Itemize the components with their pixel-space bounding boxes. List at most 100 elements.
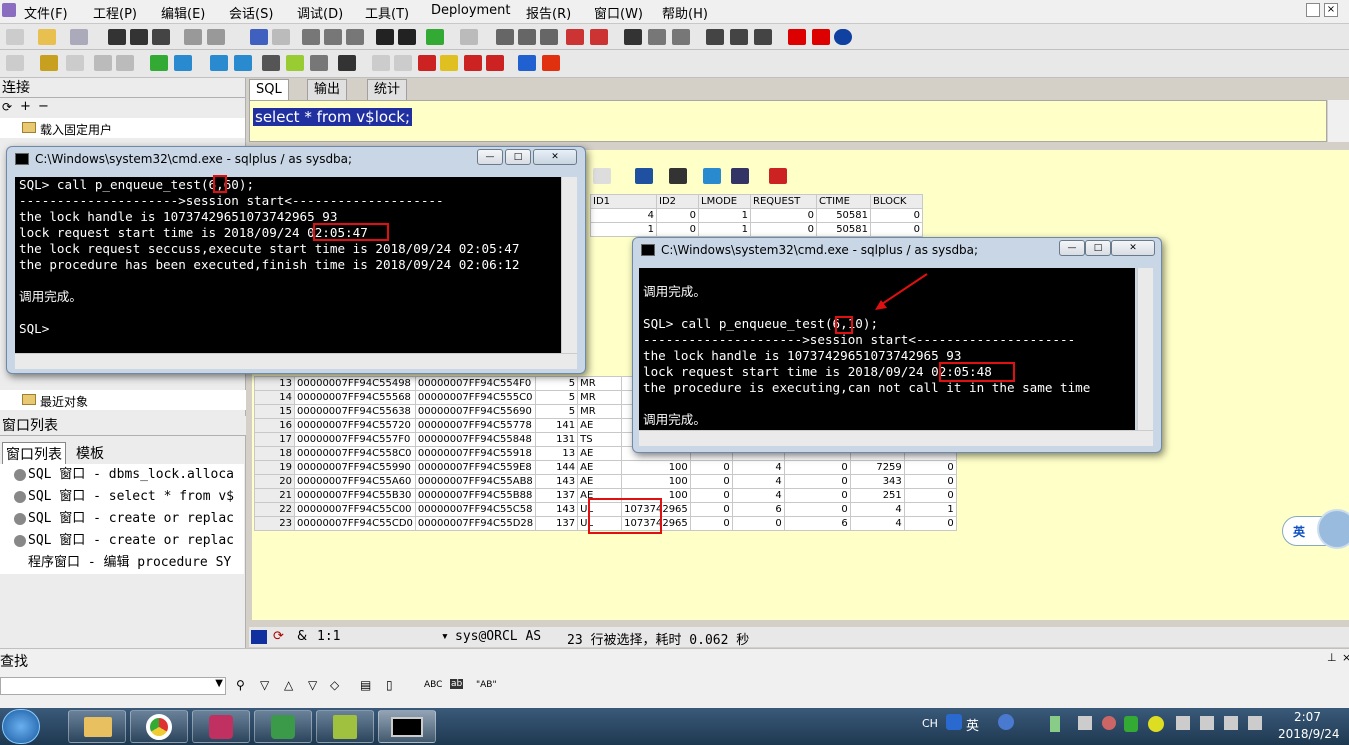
menu-deployment[interactable]: Deployment xyxy=(431,3,511,18)
clock-time[interactable]: 2:07 xyxy=(1294,710,1321,724)
start-button[interactable] xyxy=(2,709,40,744)
chevron-down-icon[interactable]: ▼ xyxy=(215,678,223,689)
usb-icon[interactable] xyxy=(1050,716,1060,732)
find-down-icon[interactable]: ▽ xyxy=(260,678,269,692)
oracle-icon[interactable] xyxy=(788,29,806,45)
display-icon[interactable] xyxy=(1200,716,1214,730)
menu-project[interactable]: 工程(P) xyxy=(93,3,137,22)
menu-edit[interactable]: 编辑(E) xyxy=(161,3,205,22)
maximize-icon[interactable]: □ xyxy=(1085,240,1111,256)
edit-icon[interactable] xyxy=(310,55,328,71)
tray-icon[interactable] xyxy=(1102,716,1116,730)
close-icon[interactable]: ✕ xyxy=(1111,240,1155,256)
taskbar-media[interactable] xyxy=(254,710,312,743)
undo-icon[interactable] xyxy=(250,29,268,45)
menu-file[interactable]: 文件(F) xyxy=(24,3,68,22)
cmd2-vscroll[interactable] xyxy=(1137,268,1153,432)
restore-icon[interactable] xyxy=(1306,3,1320,17)
eraser-icon[interactable]: ◇ xyxy=(330,678,339,692)
list-item[interactable]: SQL 窗口 - dbms_lock.alloca xyxy=(0,464,244,486)
list-item[interactable]: SQL 窗口 - create or replac xyxy=(0,530,244,552)
bookmark-icon[interactable] xyxy=(460,29,478,45)
arrow-right-red-icon[interactable] xyxy=(542,55,560,71)
assistant-icon[interactable] xyxy=(1317,509,1349,549)
ime-float[interactable]: 英 xyxy=(1282,509,1349,549)
col-header[interactable]: LMODE xyxy=(698,194,751,209)
pdf-icon[interactable] xyxy=(812,29,830,45)
close-icon[interactable]: ✕ xyxy=(533,149,577,165)
refresh-icon[interactable]: ⟳ xyxy=(2,100,12,114)
editor-scroll[interactable] xyxy=(1328,100,1349,142)
menu-debug[interactable]: 调试(D) xyxy=(297,3,343,22)
info-icon[interactable] xyxy=(834,29,852,45)
triangle-icon[interactable] xyxy=(593,168,611,184)
disabled-icon[interactable] xyxy=(372,55,390,71)
comment-icon[interactable] xyxy=(566,29,584,45)
table-row[interactable]: 1 0 1 0 50581 0 xyxy=(590,222,923,237)
cmd1-console[interactable]: SQL> call p_enqueue_test(6,60); --------… xyxy=(15,177,569,353)
stop-icon[interactable] xyxy=(66,55,84,71)
save-icon[interactable] xyxy=(108,29,126,45)
find-up-icon[interactable]: △ xyxy=(284,678,293,692)
copy-icon[interactable] xyxy=(324,29,342,45)
cmd1-vscroll[interactable] xyxy=(561,177,577,353)
tray-ime[interactable]: 英 xyxy=(966,715,979,734)
tab-templates[interactable]: 模板 xyxy=(76,443,104,463)
help-icon[interactable] xyxy=(998,714,1014,730)
indent-icon[interactable] xyxy=(518,29,536,45)
shapes-icon[interactable] xyxy=(440,55,458,71)
match-case-option[interactable]: ABC xyxy=(424,680,442,690)
binoculars-icon[interactable]: ⚲ xyxy=(236,678,245,692)
network-icon[interactable] xyxy=(1224,716,1238,730)
cmd2-hscroll[interactable] xyxy=(639,430,1153,446)
taskbar-chrome[interactable] xyxy=(130,710,188,743)
page-setup-icon[interactable] xyxy=(207,29,225,45)
tray-icon[interactable] xyxy=(1148,716,1164,732)
menu-session[interactable]: 会话(S) xyxy=(229,3,273,22)
find-next-icon[interactable] xyxy=(398,29,416,45)
cut-icon[interactable] xyxy=(302,29,320,45)
conn-dropdown-icon[interactable]: ▾ xyxy=(441,629,449,644)
window2-icon[interactable] xyxy=(648,29,666,45)
remove-icon[interactable]: − xyxy=(38,99,49,114)
sql-window-icon[interactable] xyxy=(150,55,168,71)
chart-icon[interactable] xyxy=(731,168,749,184)
uncomment-icon[interactable] xyxy=(590,29,608,45)
save-as-icon[interactable] xyxy=(152,29,170,45)
print-icon[interactable] xyxy=(70,29,88,45)
open-icon[interactable] xyxy=(38,29,56,45)
sql-icon[interactable] xyxy=(174,55,192,71)
tile-v-icon[interactable] xyxy=(754,29,772,45)
word-option-icon[interactable]: ab xyxy=(450,679,464,689)
print-preview-icon[interactable] xyxy=(184,29,202,45)
menu-tools[interactable]: 工具(T) xyxy=(365,3,409,22)
gear-icon[interactable] xyxy=(40,55,58,71)
cascade-icon[interactable] xyxy=(706,29,724,45)
connection[interactable]: sys@ORCL AS xyxy=(455,629,541,644)
maximize-icon[interactable]: □ xyxy=(505,149,531,165)
eraser-icon[interactable] xyxy=(394,55,412,71)
tray-icon[interactable] xyxy=(1078,716,1092,730)
col-header[interactable]: BLOCK xyxy=(870,194,923,209)
export-icon[interactable] xyxy=(703,168,721,184)
db2-icon[interactable] xyxy=(234,55,252,71)
save-all-icon[interactable] xyxy=(130,29,148,45)
shield-icon[interactable] xyxy=(1124,716,1138,732)
find-input[interactable]: ▼ xyxy=(0,677,226,695)
taskbar-cmd[interactable] xyxy=(378,710,436,743)
taskbar-plsql[interactable] xyxy=(192,710,250,743)
volume-icon[interactable] xyxy=(1248,716,1262,730)
window3-icon[interactable] xyxy=(672,29,690,45)
tree-icon[interactable] xyxy=(635,168,653,184)
recent-objects[interactable]: 最近对象 xyxy=(0,390,246,410)
arrow-right-blue-icon[interactable] xyxy=(518,55,536,71)
grid-icon[interactable] xyxy=(769,168,787,184)
close-icon[interactable]: × xyxy=(1324,3,1338,17)
highlight-icon[interactable]: ▽ xyxy=(308,678,317,692)
menu-help[interactable]: 帮助(H) xyxy=(662,3,708,22)
table-row[interactable]: 4 0 1 0 50581 0 xyxy=(590,208,923,223)
list-item[interactable]: SQL 窗口 - select * from v$ xyxy=(0,486,244,508)
rollback-icon[interactable] xyxy=(116,55,134,71)
minimize-icon[interactable]: — xyxy=(477,149,503,165)
cube-icon[interactable] xyxy=(418,55,436,71)
